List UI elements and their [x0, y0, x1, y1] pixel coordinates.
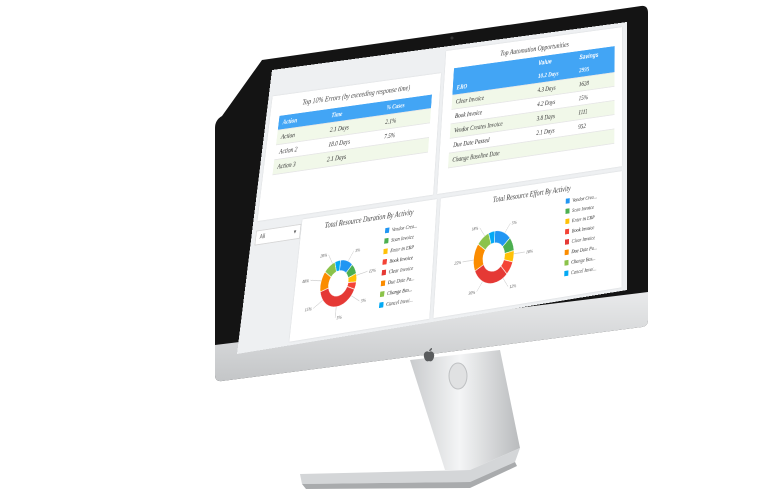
duration-donut-leader-line	[348, 251, 354, 261]
effort-donut-slice-label: 30%	[468, 289, 476, 296]
duration-donut-slice-label: 40%	[302, 277, 310, 284]
effort-donut-slice-label: 10%	[526, 248, 534, 255]
duration-donut-leader-line	[351, 294, 360, 302]
duration-legend-swatch	[380, 280, 386, 287]
effort-donut-chart: 5% 10% 12% 30% 25% 18%	[454, 219, 534, 296]
duration-donut-leader-line	[310, 278, 321, 282]
duration-legend-swatch	[381, 269, 387, 276]
duration-legend-swatch	[384, 237, 389, 244]
automation-table: Value Savings ERO 10.2 Days 2995 Clear Invo…	[447, 46, 615, 168]
effort-legend-swatch	[564, 249, 569, 256]
duration-legend-swatch	[384, 227, 390, 234]
effort-legend-swatch	[565, 218, 570, 225]
effort-legend: Vendor Crea... Scan Invoice Enter in ERP Bo…	[564, 191, 598, 279]
duration-chart-panel: Total Resource Duration By Activity 3% 12…	[289, 199, 437, 342]
duration-legend-swatch	[382, 258, 387, 265]
effort-donut-leader-line	[503, 277, 509, 287]
effort-donut-leader-line	[514, 252, 525, 254]
effort-donut-leader-line	[505, 223, 511, 233]
effort-donut-slice-label: 12%	[509, 282, 517, 289]
duration-legend-swatch	[378, 301, 384, 309]
effort-legend-label: Cancel Invoi...	[570, 265, 597, 276]
duration-legend-label: Cancel Invoi...	[385, 296, 414, 308]
effort-donut-leader-line	[463, 260, 474, 262]
duration-donut-slice-label: 20%	[320, 252, 328, 259]
effort-donut-slice-label: 5%	[512, 219, 518, 226]
stand-cable-hole	[448, 362, 468, 390]
duration-donut-slice-label: 5%	[336, 314, 342, 321]
duration-donut-leader-line	[313, 300, 323, 308]
duration-donut-leader-line	[328, 254, 334, 264]
duration-donut-slice-label: 15%	[304, 305, 312, 312]
duration-donut-leader-line	[357, 271, 368, 275]
effort-donut-slice-label: 18%	[472, 225, 480, 232]
effort-donut-slice-label: 25%	[454, 259, 462, 266]
errors-panel: Top 10% Errors (by exceeding response ti…	[257, 73, 441, 222]
duration-legend-swatch	[383, 248, 388, 255]
duration-donut-slice-label: 3%	[355, 247, 361, 254]
duration-donut-slice-label: 5%	[361, 297, 367, 304]
effort-legend-swatch	[564, 239, 569, 245]
duration-legend-swatch	[379, 291, 385, 298]
chevron-down-icon: ▼	[292, 229, 298, 236]
imac-stand	[300, 350, 520, 489]
duration-legend: Vendor Crea... Scan Invoice Enter in ERP Bo…	[378, 220, 419, 310]
duration-donut-slice-label: 12%	[369, 267, 377, 274]
activity-filter-select[interactable]: All ▼	[254, 223, 302, 246]
effort-legend-swatch	[565, 198, 570, 204]
automation-panel: Top Automation Opportunities Value Savin…	[437, 27, 623, 195]
activity-filter-value: All	[259, 233, 266, 241]
effort-legend-swatch	[564, 259, 569, 266]
effort-legend-swatch	[565, 208, 570, 214]
effort-legend-swatch	[565, 228, 570, 235]
duration-donut-chart: 3% 12% 5% 5% 15% 40% 20%	[302, 247, 377, 321]
effort-legend-swatch	[564, 270, 569, 277]
effort-donut-leader-line	[479, 227, 485, 237]
effort-donut-leader-line	[477, 282, 483, 292]
camera-icon	[450, 36, 454, 40]
